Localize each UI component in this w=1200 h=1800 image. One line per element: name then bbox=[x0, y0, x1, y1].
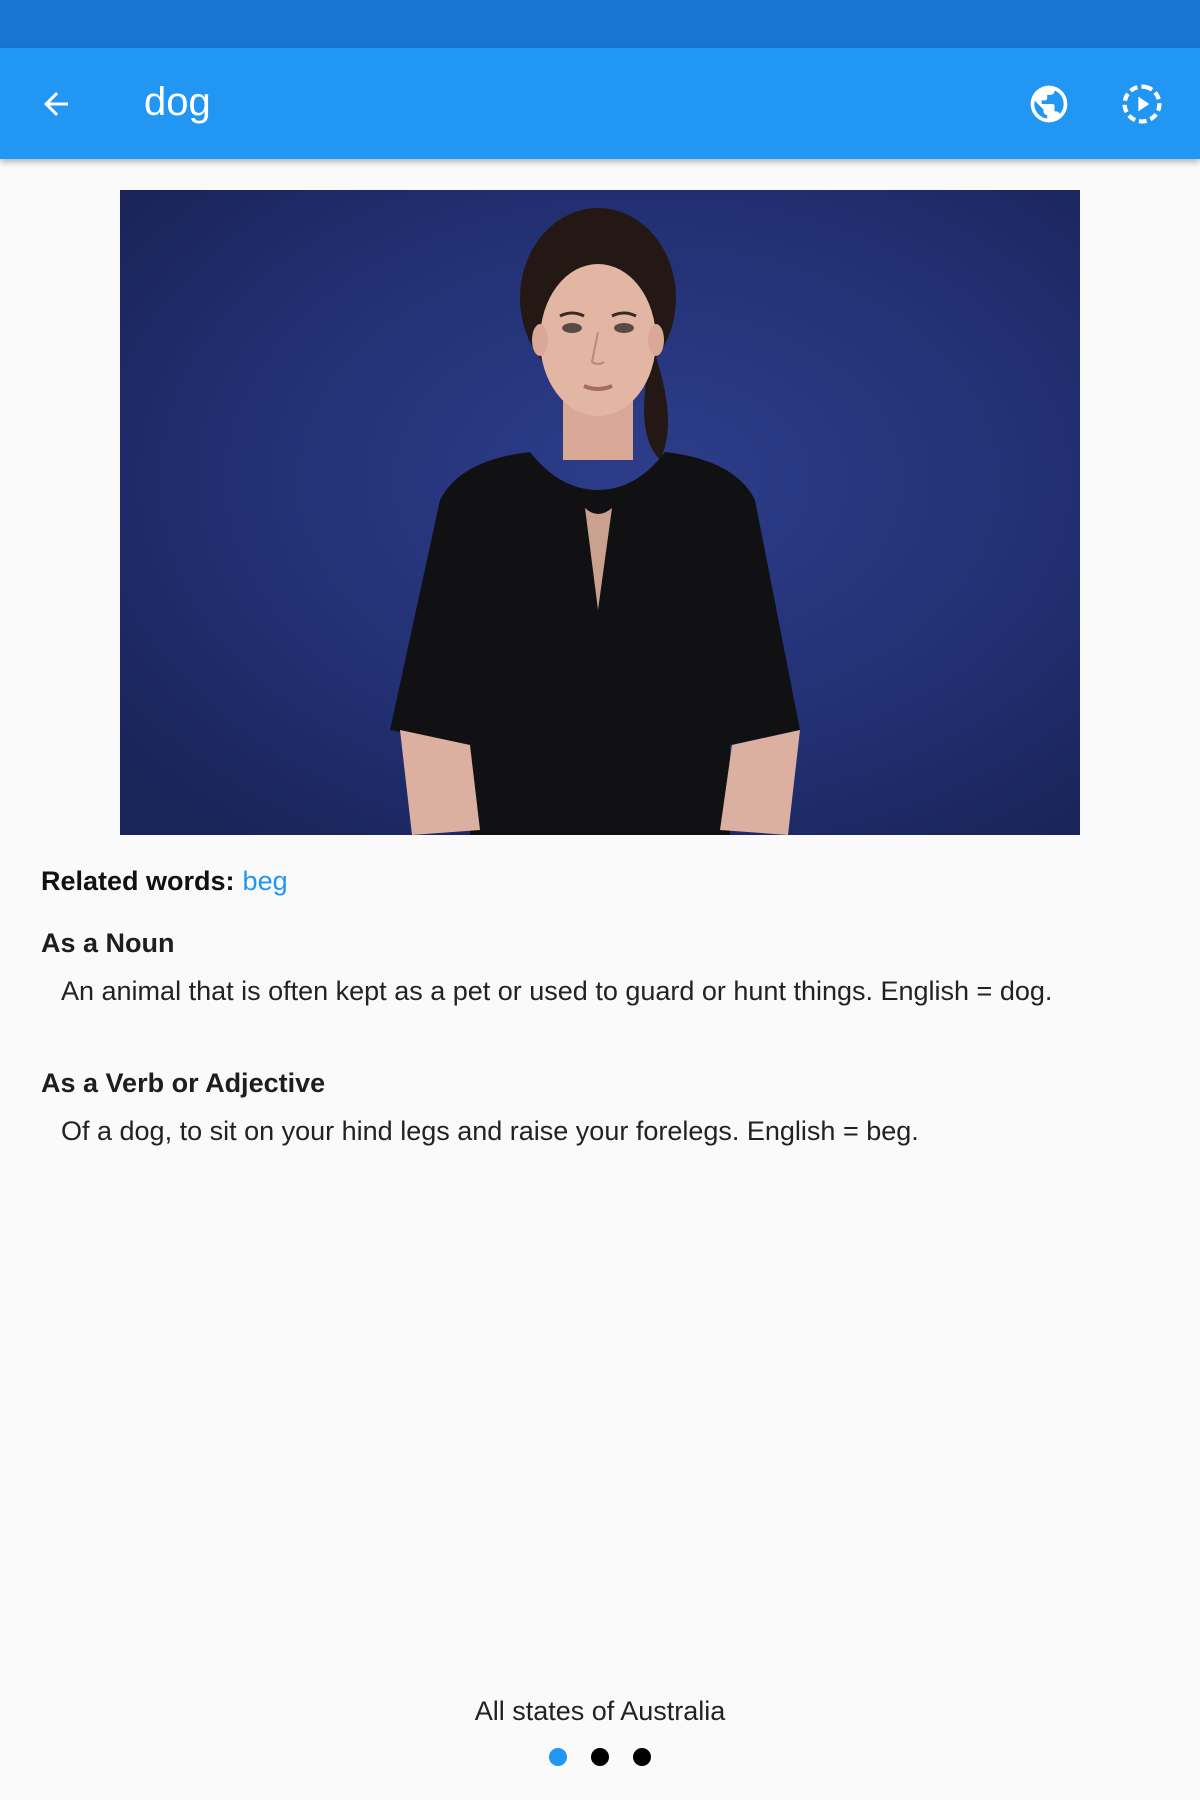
app-bar: dog bbox=[0, 48, 1200, 159]
globe-icon bbox=[1030, 85, 1068, 123]
page-title: dog bbox=[144, 80, 211, 124]
page-indicator bbox=[0, 1748, 1200, 1766]
back-button[interactable] bbox=[24, 79, 88, 129]
definition-text-verb: Of a dog, to sit on your hind legs and r… bbox=[61, 1116, 919, 1146]
definition-heading-verb: As a Verb or Adjective bbox=[41, 1068, 326, 1098]
related-words: Related words: beg bbox=[41, 862, 288, 900]
page-dot-3[interactable] bbox=[633, 1748, 651, 1766]
region-label: All states of Australia bbox=[474, 1696, 726, 1726]
definition-heading-noun: As a Noun bbox=[41, 928, 175, 958]
status-bar bbox=[0, 0, 1200, 48]
definition-text-noun: An animal that is often kept as a pet or… bbox=[61, 976, 1053, 1006]
related-words-label: Related words: bbox=[41, 866, 235, 896]
region-button[interactable] bbox=[1019, 76, 1079, 132]
page-dot-2[interactable] bbox=[591, 1748, 609, 1766]
related-word-link[interactable]: beg bbox=[243, 866, 288, 896]
play-circle-dashed-icon bbox=[1122, 84, 1162, 124]
sign-video[interactable] bbox=[120, 190, 1080, 835]
slow-motion-button[interactable] bbox=[1112, 76, 1172, 132]
page-dot-1[interactable] bbox=[549, 1748, 567, 1766]
arrow-left-icon bbox=[44, 92, 68, 116]
